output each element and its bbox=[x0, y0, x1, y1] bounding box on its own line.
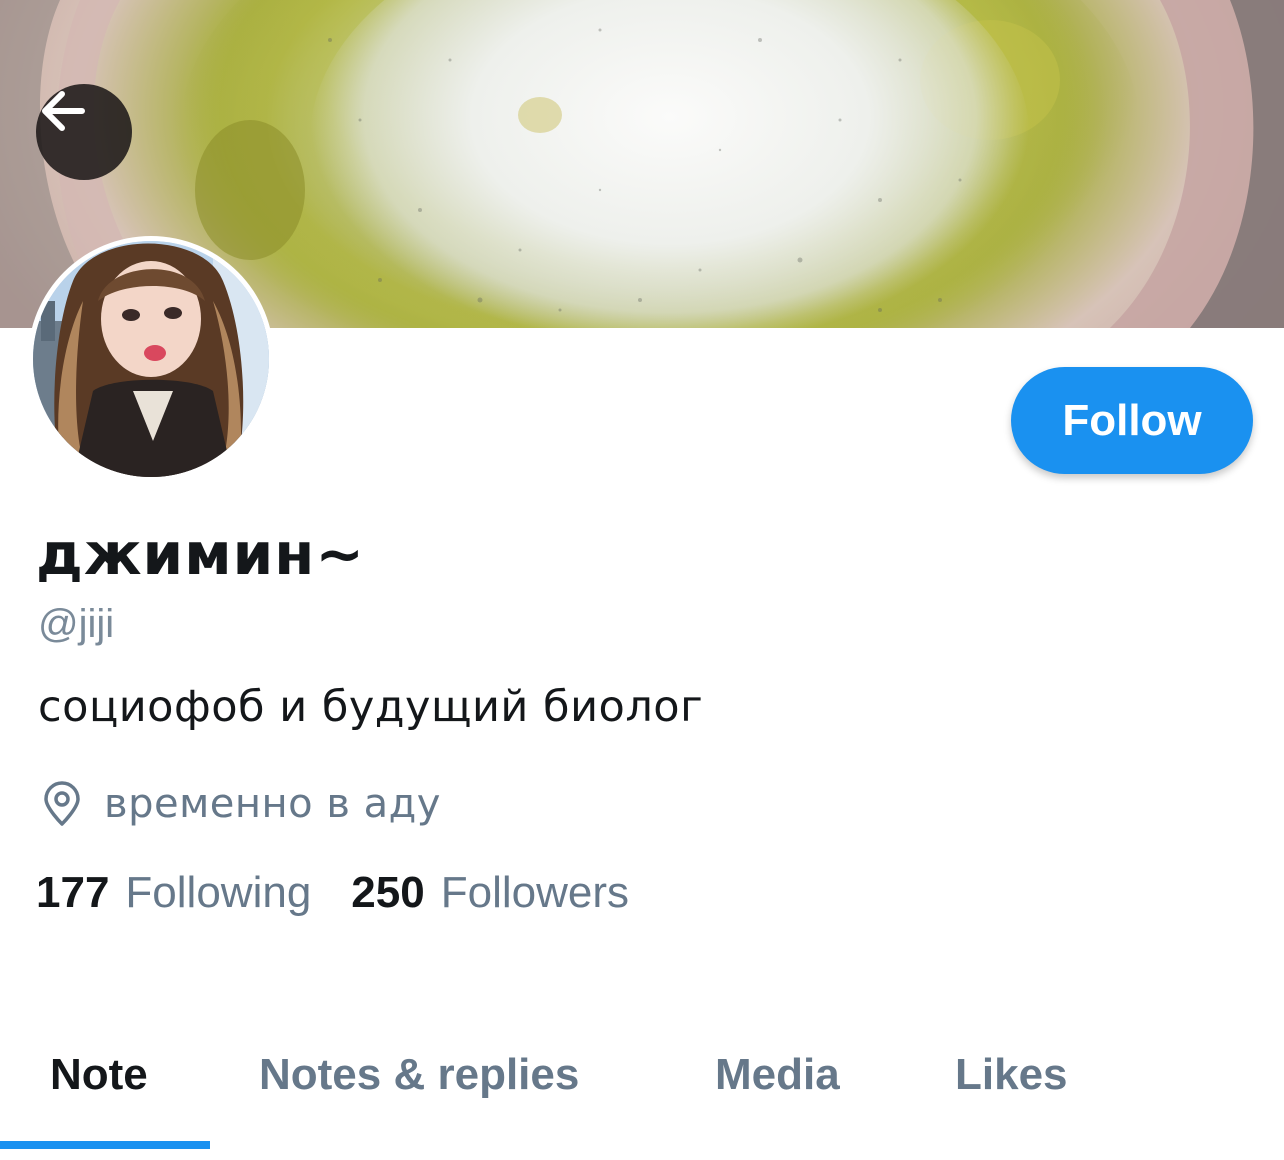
arrow-left-icon bbox=[42, 91, 85, 131]
username-handle: @jiji bbox=[38, 602, 115, 646]
followers-label: Followers bbox=[440, 868, 629, 917]
profile-page: Follow джимин~ @jiji социофоб и будущий … bbox=[0, 0, 1284, 1160]
back-button[interactable] bbox=[36, 84, 132, 180]
tab-media[interactable]: Media bbox=[715, 1050, 840, 1100]
profile-tabs: Note Notes & replies Media Likes bbox=[0, 1030, 1284, 1160]
followers-stat[interactable]: 250 Followers bbox=[351, 868, 629, 918]
location-pin-icon bbox=[44, 781, 80, 826]
follow-button[interactable]: Follow bbox=[1011, 367, 1253, 474]
profile-bio: социофоб и будущий биолог bbox=[38, 682, 704, 732]
following-label: Following bbox=[125, 868, 312, 917]
location-text: временно в аду bbox=[104, 781, 441, 827]
tab-notes-and-replies[interactable]: Notes & replies bbox=[259, 1050, 579, 1100]
avatar[interactable] bbox=[28, 236, 274, 482]
active-tab-indicator bbox=[0, 1141, 210, 1149]
display-name: джимин~ bbox=[36, 520, 365, 588]
avatar-image bbox=[33, 241, 269, 477]
tab-note[interactable]: Note bbox=[50, 1050, 148, 1100]
followers-count: 250 bbox=[351, 868, 425, 917]
following-stat[interactable]: 177 Following bbox=[36, 868, 311, 918]
tab-likes[interactable]: Likes bbox=[955, 1050, 1068, 1100]
following-count: 177 bbox=[36, 868, 110, 917]
follow-stats: 177 Following 250 Followers bbox=[36, 868, 629, 918]
profile-location: временно в аду bbox=[38, 774, 441, 834]
